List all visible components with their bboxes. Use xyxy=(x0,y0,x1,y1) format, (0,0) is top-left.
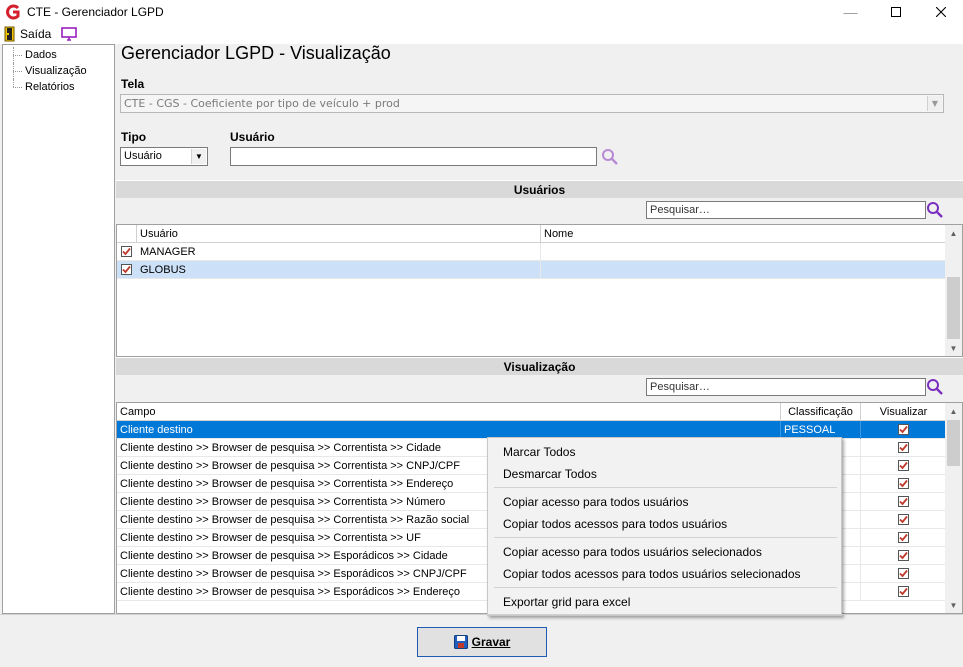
visualizar-checkbox[interactable] xyxy=(898,460,909,471)
search-icon[interactable] xyxy=(925,377,945,397)
tree-item-relatorios[interactable]: Relatórios xyxy=(3,79,114,95)
tela-select-value: CTE - CGS - Coeficiente por tipo de veíc… xyxy=(124,97,400,110)
visualizacao-section-header: Visualização xyxy=(116,357,963,375)
menu-separator xyxy=(494,587,837,588)
visualizacao-grid-header: Campo Classificação Visualizar xyxy=(117,403,947,421)
scroll-down-icon[interactable]: ▼ xyxy=(945,597,962,613)
menu-separator xyxy=(494,537,837,538)
menu-exit[interactable]: Saída xyxy=(20,27,51,41)
column-header-visualizar[interactable]: Visualizar xyxy=(861,403,947,421)
save-button[interactable]: Gravar xyxy=(417,627,547,657)
visualizar-checkbox[interactable] xyxy=(898,532,909,543)
page-title: Gerenciador LGPD - Visualização xyxy=(121,43,391,63)
usuarios-vertical-scrollbar[interactable]: ▲ ▼ xyxy=(945,225,962,356)
tipo-select-value: Usuário xyxy=(124,150,162,162)
title-bar: CTE - Gerenciador LGPD — xyxy=(0,0,963,23)
tela-label: Tela xyxy=(121,77,145,91)
cell-nome xyxy=(541,261,947,279)
minimize-button[interactable]: — xyxy=(828,0,873,23)
navigation-tree: Dados Visualização Relatórios xyxy=(2,44,115,614)
visualizacao-search-input[interactable]: Pesquisar… xyxy=(646,378,926,396)
tipo-select[interactable]: Usuário ▼ xyxy=(120,147,208,166)
tela-select[interactable]: CTE - CGS - Coeficiente por tipo de veíc… xyxy=(120,94,944,113)
tree-item-dados[interactable]: Dados xyxy=(3,47,114,63)
search-icon[interactable] xyxy=(600,147,620,167)
table-row[interactable]: MANAGER xyxy=(117,243,947,261)
usuarios-search-input[interactable]: Pesquisar… xyxy=(646,201,926,219)
scroll-thumb[interactable] xyxy=(947,277,960,339)
window-title: CTE - Gerenciador LGPD xyxy=(27,4,164,19)
visualizar-checkbox[interactable] xyxy=(898,496,909,507)
visualizar-checkbox[interactable] xyxy=(898,550,909,561)
monitor-icon[interactable] xyxy=(61,26,78,41)
usuario-input[interactable] xyxy=(230,147,597,166)
app-logo-icon xyxy=(5,4,21,20)
usuarios-section-header: Usuários xyxy=(116,180,963,198)
maximize-button[interactable] xyxy=(873,0,918,23)
column-header-campo[interactable]: Campo xyxy=(117,403,781,421)
usuario-label: Usuário xyxy=(230,130,275,144)
menu-item-desmarcar-todos[interactable]: Desmarcar Todos xyxy=(503,465,597,483)
cell-usuario: GLOBUS xyxy=(137,261,541,279)
menu-item-copiar-acesso-selecionados[interactable]: Copiar acesso para todos usuários seleci… xyxy=(503,543,762,561)
menu-bar: Saída xyxy=(0,23,963,44)
visualizar-checkbox[interactable] xyxy=(898,568,909,579)
floppy-disk-icon xyxy=(453,635,468,649)
row-checkbox[interactable] xyxy=(121,264,132,275)
visualizar-checkbox[interactable] xyxy=(898,442,909,453)
scroll-up-icon[interactable]: ▲ xyxy=(945,225,962,241)
table-row-selected[interactable]: GLOBUS xyxy=(117,261,947,279)
close-button[interactable] xyxy=(918,0,963,23)
cell-usuario: MANAGER xyxy=(137,243,541,261)
scroll-up-icon[interactable]: ▲ xyxy=(945,403,962,419)
visualizar-checkbox[interactable] xyxy=(898,514,909,525)
chevron-down-icon[interactable]: ▼ xyxy=(927,96,942,111)
chevron-down-icon[interactable]: ▼ xyxy=(191,149,206,164)
tipo-label: Tipo xyxy=(121,130,147,144)
menu-item-copiar-todos-acessos-todos[interactable]: Copiar todos acessos para todos usuários xyxy=(503,515,727,533)
column-header-nome[interactable]: Nome xyxy=(541,225,947,243)
footer-divider xyxy=(0,614,963,615)
column-header-usuario[interactable]: Usuário xyxy=(137,225,541,243)
exit-door-icon[interactable] xyxy=(4,26,16,42)
visualizar-checkbox[interactable] xyxy=(898,424,909,435)
search-icon[interactable] xyxy=(925,200,945,220)
usuarios-grid: Usuário Nome MANAGER GLOBUS ▲ ▼ xyxy=(116,224,963,357)
context-menu: Marcar Todos Desmarcar Todos Copiar aces… xyxy=(487,437,842,616)
menu-item-marcar-todos[interactable]: Marcar Todos xyxy=(503,443,575,461)
cell-nome xyxy=(541,243,947,261)
visualizar-checkbox[interactable] xyxy=(898,586,909,597)
scroll-down-icon[interactable]: ▼ xyxy=(945,340,962,356)
menu-separator xyxy=(494,487,837,488)
menu-item-copiar-acesso-todos[interactable]: Copiar acesso para todos usuários xyxy=(503,493,688,511)
row-checkbox[interactable] xyxy=(121,246,132,257)
menu-item-copiar-todos-acessos-selecionados[interactable]: Copiar todos acessos para todos usuários… xyxy=(503,565,801,583)
scroll-thumb[interactable] xyxy=(947,420,960,466)
column-header-classificacao[interactable]: Classificação xyxy=(781,403,861,421)
usuarios-grid-header: Usuário Nome xyxy=(117,225,947,243)
save-button-label: Gravar xyxy=(471,635,511,649)
visualizacao-vertical-scrollbar[interactable]: ▲ ▼ xyxy=(945,403,962,613)
visualizar-checkbox[interactable] xyxy=(898,478,909,489)
menu-item-exportar-excel[interactable]: Exportar grid para excel xyxy=(503,593,630,611)
tree-item-visualizacao[interactable]: Visualização xyxy=(3,63,114,79)
